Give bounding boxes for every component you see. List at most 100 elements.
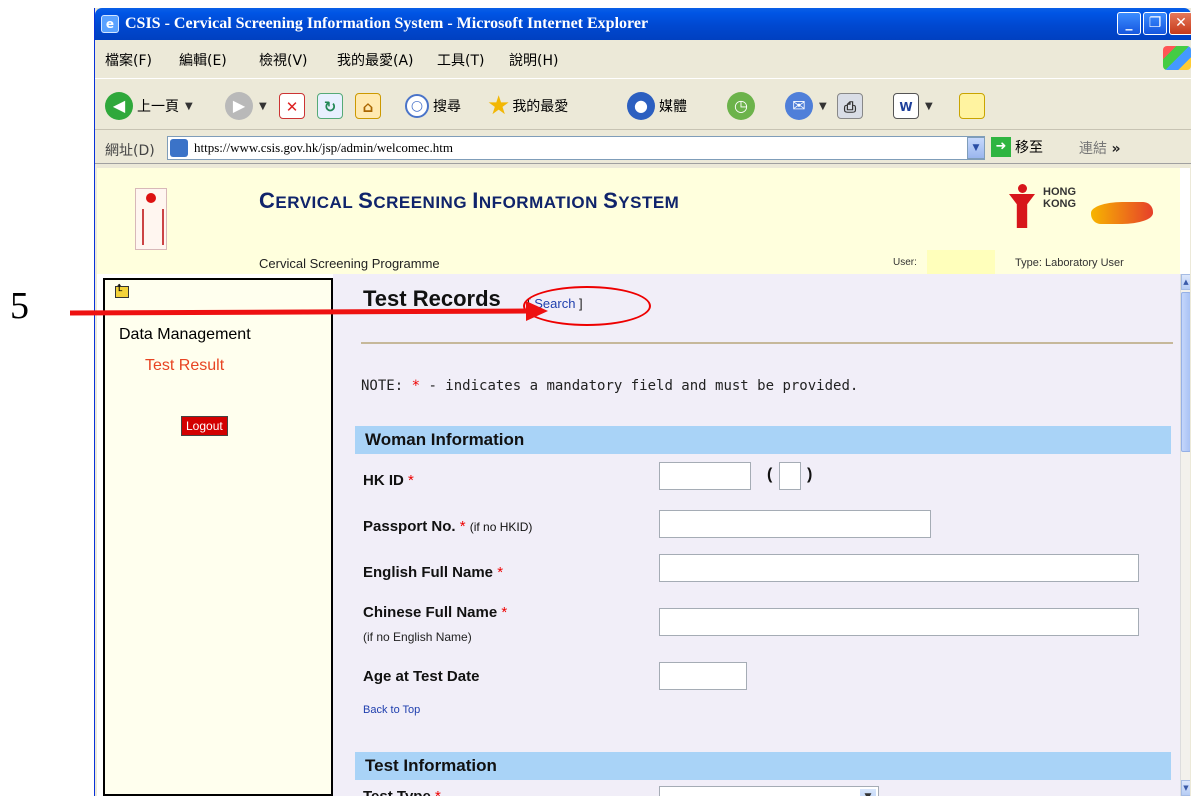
stop-button[interactable]: ✕ [279, 91, 305, 121]
media-button[interactable]: ● 媒體 [627, 91, 687, 121]
site-title-part: S [358, 188, 374, 213]
required-star: * [459, 518, 466, 535]
required-star: * [501, 604, 508, 621]
minimize-button[interactable]: _ [1117, 12, 1141, 35]
site-title-part: C [259, 188, 276, 213]
menu-edit[interactable]: 編輯(E) [179, 50, 227, 70]
forward-arrow-icon: ▶ [225, 92, 253, 120]
back-label: 上一頁 [137, 99, 179, 115]
annotation-circle [523, 286, 651, 326]
passport-hint: (if no HKID) [469, 520, 533, 534]
note-text: - indicates a mandatory field and must b… [420, 378, 859, 394]
note-star: * [411, 378, 421, 394]
menu-favorites[interactable]: 我的最愛(A) [337, 50, 414, 70]
discuss-button[interactable] [959, 91, 985, 121]
hkid-label-text: HK ID [363, 472, 404, 489]
forward-button[interactable]: ▶ ▼ [225, 91, 267, 121]
history-icon: ◷ [727, 92, 755, 120]
logo-text-line1: HONG [1043, 186, 1076, 198]
paren-open: ( [767, 466, 773, 483]
main-content: Test Records [ Search ] NOTE: * - indica… [333, 274, 1180, 796]
refresh-icon: ↻ [317, 93, 343, 119]
refresh-button[interactable]: ↻ [317, 91, 343, 121]
media-label: 媒體 [659, 99, 687, 115]
scroll-down-icon[interactable]: ▼ [1181, 780, 1190, 796]
hkid-input[interactable] [659, 462, 751, 490]
menu-help[interactable]: 說明(H) [509, 50, 558, 70]
star-icon: ★ [487, 91, 511, 121]
edit-button[interactable]: W ▼ [893, 91, 933, 121]
hong-kong-logo [1009, 184, 1035, 228]
page-icon [170, 139, 188, 157]
menu-view[interactable]: 檢視(V) [259, 50, 308, 70]
passport-input[interactable] [659, 510, 931, 538]
sidebar-item-test-result[interactable]: Test Result [145, 357, 224, 375]
address-label: 網址(D) [105, 143, 155, 159]
page-viewport: CERVICAL SCREENING INFORMATION SYSTEM HO… [97, 168, 1190, 796]
printer-icon: ⎙ [837, 93, 863, 119]
logo-text-line2: KONG [1043, 198, 1076, 210]
address-dropdown-button[interactable]: ▼ [967, 137, 985, 159]
history-button[interactable]: ◷ [727, 91, 755, 121]
links-button[interactable]: 連結 » [1079, 138, 1121, 158]
back-button[interactable]: ◀ 上一頁 ▼ [105, 91, 193, 121]
home-icon: ⌂ [355, 93, 381, 119]
search-icon: ○ [405, 94, 429, 118]
stop-icon: ✕ [279, 93, 305, 119]
address-bar: 網址(D) https://www.csis.gov.hk/jsp/admin/… [95, 132, 1191, 164]
address-input[interactable]: https://www.csis.gov.hk/jsp/admin/welcom… [167, 136, 985, 160]
chevron-down-icon: ▼ [819, 100, 827, 112]
sidebar: Data Management Test Result Logout [103, 278, 333, 796]
mail-button[interactable]: ✉ ▼ [785, 91, 827, 121]
mail-icon: ✉ [785, 92, 813, 120]
section-test-information: Test Information [355, 752, 1171, 780]
scroll-thumb[interactable] [1181, 292, 1190, 452]
chinese-name-input[interactable] [659, 608, 1139, 636]
note-icon [959, 93, 985, 119]
english-name-input[interactable] [659, 554, 1139, 582]
age-input[interactable] [659, 662, 747, 690]
vertical-scrollbar[interactable]: ▲ ▼ [1180, 274, 1190, 796]
test-type-select[interactable]: ▼ [659, 786, 879, 796]
media-icon: ● [627, 92, 655, 120]
menu-file[interactable]: 檔案(F) [105, 50, 152, 70]
close-button[interactable]: ✕ [1169, 12, 1191, 35]
logout-button[interactable]: Logout [181, 416, 228, 436]
test-type-label: Test Type * [363, 788, 441, 796]
programme-name: Cervical Screening Programme [259, 256, 440, 271]
menu-tools[interactable]: 工具(T) [437, 50, 484, 70]
chevron-down-icon: ▼ [860, 789, 876, 796]
scroll-up-icon[interactable]: ▲ [1181, 274, 1190, 290]
toolbar: ◀ 上一頁 ▼ ▶ ▼ ✕ ↻ ⌂ ○ 搜尋 ★ 我的最愛 ● 媒體 ◷ ✉ ▼… [95, 78, 1191, 130]
dragon-icon [1091, 202, 1153, 224]
user-value [927, 250, 995, 274]
favorites-button[interactable]: ★ 我的最愛 [487, 91, 568, 121]
ie-app-icon: e [101, 15, 119, 33]
chevron-down-icon: ▼ [259, 100, 267, 112]
home-button[interactable]: ⌂ [355, 91, 381, 121]
print-button[interactable]: ⎙ [837, 91, 863, 121]
search-label: 搜尋 [433, 99, 461, 115]
hong-kong-logo-text: HONG KONG [1043, 186, 1076, 210]
go-arrow-icon: ➜ [991, 137, 1011, 157]
site-title-part: ERVICAL [275, 193, 359, 212]
section-woman-information: Woman Information [355, 426, 1171, 454]
chinese-name-label: Chinese Full Name * [363, 604, 507, 621]
site-title: CERVICAL SCREENING INFORMATION SYSTEM [259, 188, 679, 214]
english-name-label-text: English Full Name [363, 564, 494, 581]
maximize-button[interactable]: ❐ [1143, 12, 1167, 35]
folder-up-icon[interactable] [115, 283, 129, 298]
address-url: https://www.csis.gov.hk/jsp/admin/welcom… [194, 140, 454, 155]
chevron-down-icon: ▼ [925, 100, 933, 112]
search-button[interactable]: ○ 搜尋 [405, 91, 461, 121]
favorites-label: 我的最愛 [512, 99, 569, 115]
required-star: * [435, 788, 441, 796]
user-type: Type: Laboratory User [1015, 257, 1124, 269]
site-title-part: CREENING [373, 193, 473, 212]
back-to-top-link[interactable]: Back to Top [363, 704, 420, 716]
go-button[interactable]: ➜ 移至 [991, 137, 1043, 157]
window-title: CSIS - Cervical Screening Information Sy… [125, 15, 649, 32]
hkid-check-digit-input[interactable] [779, 462, 801, 490]
note-prefix: NOTE: [361, 378, 412, 394]
required-star: * [497, 564, 504, 581]
